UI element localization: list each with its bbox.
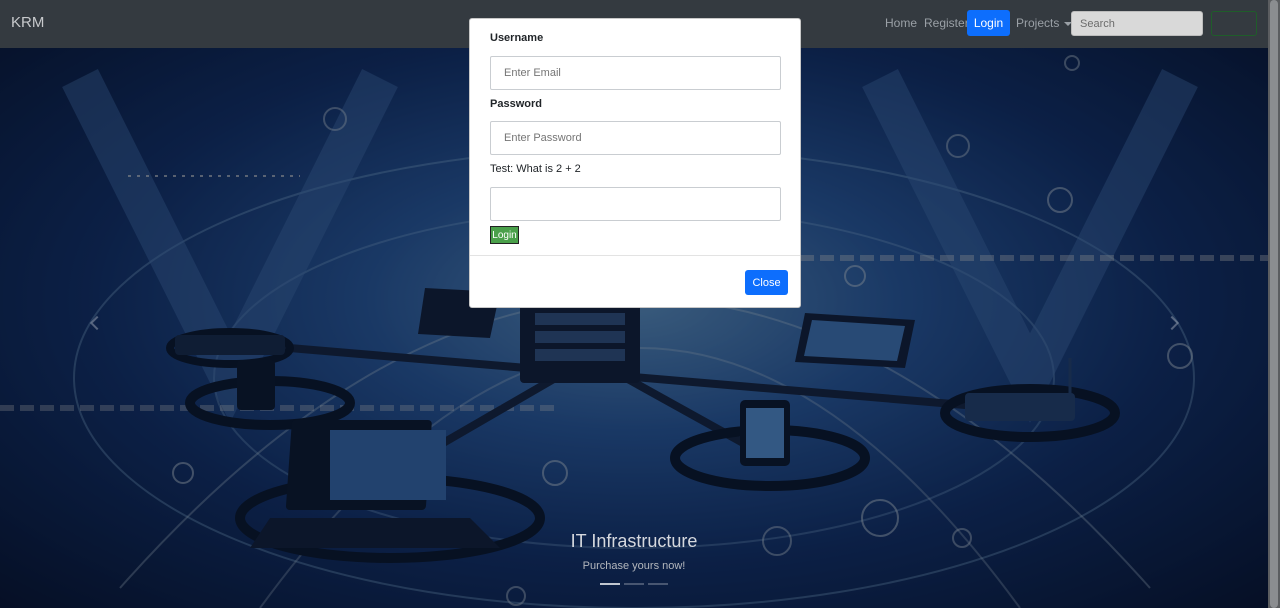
carousel-indicator[interactable] <box>600 583 620 585</box>
login-modal: Username Password Test: What is 2 + 2 Lo… <box>469 18 801 308</box>
captcha-question: Test: What is 2 + 2 <box>490 163 581 175</box>
close-button[interactable]: Close <box>745 270 788 295</box>
nav-login-button[interactable]: Login <box>967 10 1010 36</box>
brand-logo[interactable]: KRM <box>11 14 44 31</box>
nav-projects-label: Projects <box>1016 16 1060 30</box>
carousel-indicator[interactable] <box>624 583 644 585</box>
modal-footer-divider <box>470 255 800 256</box>
password-field[interactable] <box>490 121 781 155</box>
carousel-caption-title: IT Infrastructure <box>570 531 698 551</box>
carousel-indicator[interactable] <box>648 583 668 585</box>
nav-home-link[interactable]: Home <box>885 16 917 30</box>
email-field[interactable] <box>490 56 781 90</box>
nav-projects-dropdown[interactable]: Projects <box>1016 16 1073 30</box>
scrollbar-thumb[interactable] <box>1270 0 1278 608</box>
captcha-answer-field[interactable] <box>490 187 781 221</box>
page-scrollbar[interactable] <box>1268 0 1280 608</box>
login-submit-button[interactable]: Login <box>490 226 519 244</box>
nav-register-link[interactable]: Register <box>924 16 969 30</box>
search-input[interactable] <box>1071 11 1203 36</box>
username-label: Username <box>490 32 544 44</box>
search-button[interactable] <box>1211 11 1257 36</box>
carousel-indicators <box>600 583 668 585</box>
carousel-caption-subtitle: Purchase yours now! <box>582 560 686 572</box>
password-label: Password <box>490 98 542 110</box>
